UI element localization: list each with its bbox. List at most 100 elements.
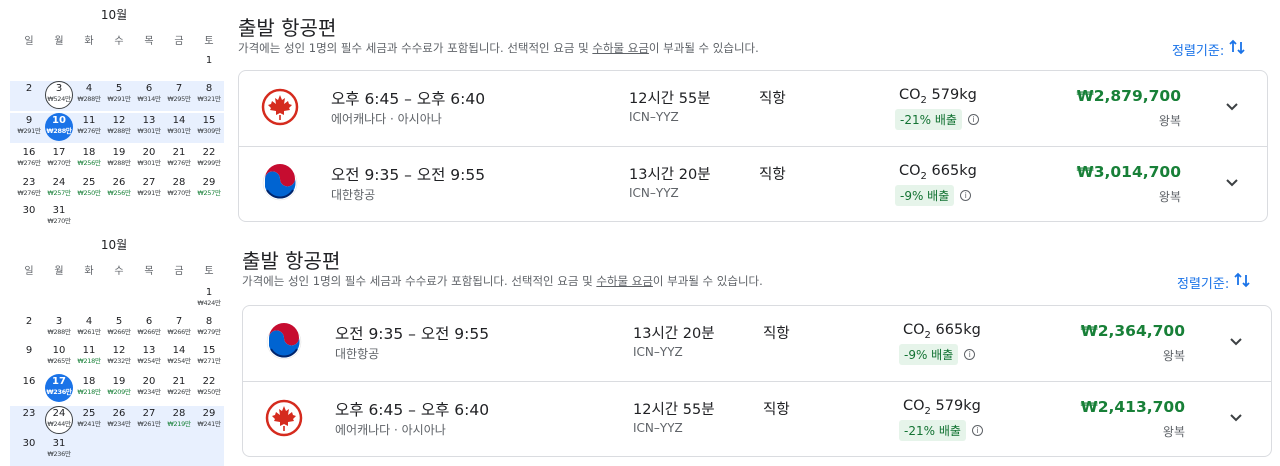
info-icon[interactable]: i [960,190,972,201]
baggage-fees-link[interactable]: 수하물 요금 [596,274,653,288]
calendar-day[interactable]: 28 ₩270만 [164,175,194,205]
day-number: 21 [172,376,186,387]
calendar-day[interactable]: 31 ₩270만 [44,203,74,233]
calendar-day[interactable]: 23 [14,406,44,436]
calendar-day[interactable]: 25 ₩250만 [74,175,104,205]
calendar-day[interactable]: 30 [14,203,44,233]
chevron-down-icon[interactable] [1223,98,1241,116]
day-number: 9 [25,115,33,126]
flight-row[interactable]: 오전 9:35 – 오전 9:55 대한항공 13시간 20분 ICN–YYZ 직항 CO… [239,146,1267,220]
calendar-day[interactable]: 20 ₩234만 [134,374,164,404]
calendar-day[interactable]: 4 ₩288만 [74,81,104,111]
calendar-day[interactable]: 19 ₩209만 [104,374,134,404]
day-number: 14 [172,345,186,356]
chevron-down-icon[interactable] [1227,333,1245,351]
day-number: 3 [55,83,63,94]
calendar-day[interactable]: 3 ₩524만 [44,81,74,111]
calendar-day[interactable]: 7 ₩266만 [164,314,194,344]
chevron-down-icon[interactable] [1223,174,1241,192]
calendar-day[interactable]: 18 ₩256만 [74,145,104,175]
day-number: 2 [25,316,33,327]
calendar-day[interactable]: 17 ₩236만 [44,374,74,404]
calendar-day[interactable]: 4 ₩261만 [74,314,104,344]
calendar-day[interactable]: 10 ₩265만 [44,343,74,373]
calendar-day[interactable]: 5 ₩291만 [104,81,134,111]
flight-row[interactable]: 오후 6:45 – 오후 6:40 에어캐나다 · 아시아나 12시간 55분 ICN… [243,381,1271,455]
korean-air-logo [265,323,303,361]
day-number: 20 [142,376,156,387]
calendar-day[interactable]: 13 ₩254만 [134,343,164,373]
calendar-day[interactable]: 19 ₩288만 [104,145,134,175]
calendar-day[interactable]: 27 ₩261만 [134,406,164,436]
calendar-day[interactable]: 5 ₩266만 [104,314,134,344]
calendar-day[interactable]: 3 ₩288만 [44,314,74,344]
calendar-day[interactable]: 26 ₩234만 [104,406,134,436]
calendar-day[interactable]: 6 ₩314만 [134,81,164,111]
calendar-day[interactable]: 12 ₩232만 [104,343,134,373]
calendar-day[interactable]: 13 ₩301만 [134,113,164,143]
baggage-fees-link[interactable]: 수하물 요금 [592,41,649,55]
calendar-day[interactable]: 2 [14,314,44,344]
trip-type: 왕복 [1158,114,1181,128]
calendar-day[interactable]: 20 ₩301만 [134,145,164,175]
flight-row[interactable]: 오전 9:35 – 오전 9:55 대한항공 13시간 20분 ICN–YYZ 직항 CO… [243,306,1271,380]
day-price: ₩276만 [77,127,101,135]
calendar-day[interactable]: 9 ₩291만 [14,113,44,143]
calendar-day[interactable]: 28 ₩219만 [164,406,194,436]
calendar-day[interactable]: 1 ₩424만 [194,285,224,315]
calendar-day[interactable]: 21 ₩276만 [164,145,194,175]
calendar-day[interactable]: 8 ₩321만 [194,81,224,111]
calendar-day[interactable]: 14 ₩301만 [164,113,194,143]
info-icon[interactable]: i [964,349,976,360]
day-number: 22 [202,147,216,158]
calendar-day[interactable]: 30 [14,436,44,466]
calendar-day[interactable]: 16 [14,374,44,404]
calendar-day[interactable]: 24 ₩244만 [44,406,74,436]
calendar-day[interactable]: 11 ₩218만 [74,343,104,373]
calendar-day[interactable]: 15 ₩309만 [194,113,224,143]
day-number: 21 [172,147,186,158]
calendar-day[interactable]: 22 ₩250만 [194,374,224,404]
day-price: ₩288만 [47,328,71,336]
weekday-label: 토 [204,266,214,277]
day-price: ₩261만 [77,328,101,336]
calendar-day[interactable]: 7 ₩295만 [164,81,194,111]
calendar-day[interactable]: 31 ₩236만 [44,436,74,466]
info-icon[interactable]: i [967,114,979,125]
calendar-day[interactable]: 22 ₩299만 [194,145,224,175]
calendar-day[interactable]: 2 [14,81,44,111]
calendar-day[interactable]: 8 ₩279만 [194,314,224,344]
calendar-day[interactable]: 18 ₩218만 [74,374,104,404]
calendar-day[interactable]: 29 ₩241만 [194,406,224,436]
calendar-day[interactable]: 12 ₩288만 [104,113,134,143]
day-price: ₩244만 [47,420,71,428]
calendar-day[interactable]: 1 [194,53,224,83]
calendar-day[interactable]: 15 ₩271만 [194,343,224,373]
calendar-day[interactable]: 25 ₩241만 [74,406,104,436]
chevron-down-icon[interactable] [1227,409,1245,427]
day-price: ₩270만 [47,217,71,225]
calendar-day[interactable]: 26 ₩256만 [104,175,134,205]
calendar-day[interactable]: 24 ₩257만 [44,175,74,205]
air-canada-logo [261,88,299,126]
calendar-day[interactable]: 16 ₩276만 [14,145,44,175]
weekday-label: 수 [114,36,124,47]
sort-by-button[interactable]: 정렬기준: [1177,271,1251,293]
calendar-day[interactable]: 9 [14,343,44,373]
calendar-day[interactable]: 17 ₩270만 [44,145,74,175]
calendar-day[interactable]: 10 ₩288만 [44,113,74,143]
calendar-day[interactable]: 27 ₩291만 [134,175,164,205]
day-price: ₩256만 [77,159,101,167]
calendar-day[interactable]: 29 ₩257만 [194,175,224,205]
day-number: 9 [25,345,33,356]
calendar-day[interactable]: 21 ₩226만 [164,374,194,404]
day-price: ₩301만 [137,127,161,135]
flight-row[interactable]: 오후 6:45 – 오후 6:40 에어캐나다 · 아시아나 12시간 55분 ICN… [239,71,1267,145]
sort-icon [1228,38,1246,60]
calendar-day[interactable]: 23 ₩276만 [14,175,44,205]
info-icon[interactable]: i [971,425,983,436]
calendar-day[interactable]: 14 ₩254만 [164,343,194,373]
calendar-day[interactable]: 6 ₩266만 [134,314,164,344]
calendar-day[interactable]: 11 ₩276만 [74,113,104,143]
sort-by-button[interactable]: 정렬기준: [1172,38,1246,60]
